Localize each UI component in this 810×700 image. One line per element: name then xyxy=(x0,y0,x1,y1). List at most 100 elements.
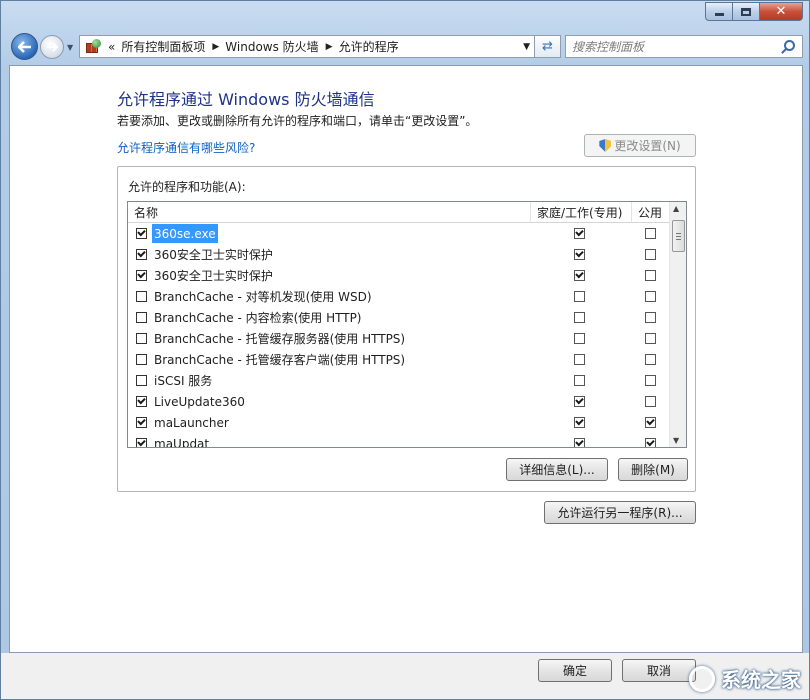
chevron-right-icon[interactable]: ▶ xyxy=(326,42,333,52)
scroll-up-icon[interactable]: ▲ xyxy=(673,204,679,213)
public-network-checkbox[interactable] xyxy=(645,270,656,281)
program-name: 360se.exe xyxy=(152,224,218,243)
program-enabled-checkbox[interactable] xyxy=(136,270,147,281)
program-enabled-checkbox[interactable] xyxy=(136,249,147,260)
program-enabled-checkbox[interactable] xyxy=(136,417,147,428)
table-row[interactable]: BranchCache - 对等机发现(使用 WSD) xyxy=(128,286,671,307)
program-name: maLauncher xyxy=(154,415,229,430)
public-network-checkbox[interactable] xyxy=(645,438,656,447)
search-input[interactable] xyxy=(566,36,766,57)
control-panel-window: ✕ ▼ « 所有控制面板项 ▶ Windows 防火墙 ▶ 允许的程序 ▼ ⇄ … xyxy=(0,0,810,700)
address-bar[interactable]: « 所有控制面板项 ▶ Windows 防火墙 ▶ 允许的程序 ▼ xyxy=(79,35,535,58)
program-name: BranchCache - 托管缓存客户端(使用 HTTPS) xyxy=(154,353,406,367)
program-name: BranchCache - 内容检索(使用 HTTP) xyxy=(154,311,362,325)
private-network-checkbox[interactable] xyxy=(574,270,585,281)
site-watermark: 系统之家 xyxy=(689,664,801,693)
maximize-icon xyxy=(741,7,751,16)
column-header-name[interactable]: 名称 xyxy=(128,202,530,223)
private-network-checkbox[interactable] xyxy=(574,249,585,260)
details-button[interactable]: 详细信息(L)... xyxy=(506,458,608,481)
public-network-checkbox[interactable] xyxy=(645,396,656,407)
watermark-text: 系统之家 xyxy=(721,668,801,692)
watermark-logo-icon xyxy=(689,665,715,692)
back-arrow-icon xyxy=(17,40,31,53)
table-row[interactable]: 360安全卫士实时保护 xyxy=(128,244,671,265)
table-row[interactable]: maLauncher xyxy=(128,412,671,433)
program-name: iSCSI 服务 xyxy=(154,374,213,388)
uac-shield-icon xyxy=(599,139,612,152)
program-enabled-checkbox[interactable] xyxy=(136,291,147,302)
private-network-checkbox[interactable] xyxy=(574,438,585,447)
forward-button[interactable] xyxy=(40,35,64,59)
chevron-right-icon[interactable]: ▶ xyxy=(212,42,219,52)
caption-buttons: ✕ xyxy=(705,2,803,21)
program-enabled-checkbox[interactable] xyxy=(136,333,147,344)
address-dropdown-icon[interactable]: ▼ xyxy=(523,42,530,52)
dialog-footer: 确定 取消 系统之家 xyxy=(1,653,809,699)
risk-help-link[interactable]: 允许程序通信有哪些风险? xyxy=(117,139,255,156)
group-label: 允许的程序和功能(A): xyxy=(128,180,246,194)
refresh-button[interactable]: ⇄ xyxy=(535,35,561,58)
navigation-bar: ▼ « 所有控制面板项 ▶ Windows 防火墙 ▶ 允许的程序 ▼ ⇄ xyxy=(9,33,803,60)
table-row[interactable]: iSCSI 服务 xyxy=(128,370,671,391)
program-enabled-checkbox[interactable] xyxy=(136,396,147,407)
program-name: BranchCache - 托管缓存服务器(使用 HTTPS) xyxy=(154,332,406,346)
private-network-checkbox[interactable] xyxy=(574,375,585,386)
breadcrumb-windows-firewall[interactable]: Windows 防火墙 xyxy=(225,38,318,55)
program-enabled-checkbox[interactable] xyxy=(136,228,147,239)
program-name: LiveUpdate360 xyxy=(154,394,245,409)
public-network-checkbox[interactable] xyxy=(645,228,656,239)
public-network-checkbox[interactable] xyxy=(645,291,656,302)
minimize-button[interactable] xyxy=(705,2,732,21)
program-enabled-checkbox[interactable] xyxy=(136,438,147,447)
program-enabled-checkbox[interactable] xyxy=(136,354,147,365)
private-network-checkbox[interactable] xyxy=(574,396,585,407)
private-network-checkbox[interactable] xyxy=(574,417,585,428)
breadcrumb-allowed-programs[interactable]: 允许的程序 xyxy=(339,38,399,55)
close-icon: ✕ xyxy=(775,4,787,19)
scroll-down-icon[interactable]: ▼ xyxy=(673,436,679,445)
table-row[interactable]: LiveUpdate360 xyxy=(128,391,671,412)
program-name: maUpdat xyxy=(154,436,210,448)
table-row[interactable]: BranchCache - 托管缓存客户端(使用 HTTPS) xyxy=(128,349,671,370)
column-header-public[interactable]: 公用 xyxy=(632,202,672,223)
ok-button[interactable]: 确定 xyxy=(538,659,612,682)
close-button[interactable]: ✕ xyxy=(759,2,803,21)
refresh-icon: ⇄ xyxy=(542,39,553,54)
cancel-button[interactable]: 取消 xyxy=(622,659,696,682)
private-network-checkbox[interactable] xyxy=(574,228,585,239)
public-network-checkbox[interactable] xyxy=(645,417,656,428)
program-enabled-checkbox[interactable] xyxy=(136,312,147,323)
breadcrumb-all-control-panel-items[interactable]: 所有控制面板项 xyxy=(121,38,205,55)
private-network-checkbox[interactable] xyxy=(574,312,585,323)
table-row[interactable]: BranchCache - 内容检索(使用 HTTP) xyxy=(128,307,671,328)
public-network-checkbox[interactable] xyxy=(645,312,656,323)
change-settings-label: 更改设置(N) xyxy=(614,139,681,153)
scroll-thumb[interactable] xyxy=(672,220,685,252)
private-network-checkbox[interactable] xyxy=(574,354,585,365)
list-header: 名称 家庭/工作(专用) 公用 xyxy=(128,202,671,223)
search-box[interactable] xyxy=(565,35,803,58)
public-network-checkbox[interactable] xyxy=(645,249,656,260)
allow-another-program-button[interactable]: 允许运行另一程序(R)... xyxy=(544,501,696,524)
column-header-private[interactable]: 家庭/工作(专用) xyxy=(531,202,631,223)
breadcrumb-overflow[interactable]: « xyxy=(108,40,115,54)
vertical-scrollbar[interactable]: ▲ ▼ xyxy=(669,202,686,447)
public-network-checkbox[interactable] xyxy=(645,354,656,365)
change-settings-button[interactable]: 更改设置(N) xyxy=(584,134,696,157)
table-row[interactable]: 360安全卫士实时保护 xyxy=(128,265,671,286)
private-network-checkbox[interactable] xyxy=(574,333,585,344)
recent-pages-dropdown[interactable]: ▼ xyxy=(67,43,73,52)
remove-button[interactable]: 删除(M) xyxy=(618,458,688,481)
program-enabled-checkbox[interactable] xyxy=(136,375,147,386)
table-row[interactable]: 360se.exe xyxy=(128,223,671,244)
table-row[interactable]: maUpdat xyxy=(128,433,671,448)
programs-list[interactable]: 名称 家庭/工作(专用) 公用 360se.exe 360安全卫士实时保护 360安… xyxy=(127,201,687,448)
maximize-button[interactable] xyxy=(732,2,759,21)
search-icon[interactable] xyxy=(784,40,795,51)
private-network-checkbox[interactable] xyxy=(574,291,585,302)
public-network-checkbox[interactable] xyxy=(645,333,656,344)
table-row[interactable]: BranchCache - 托管缓存服务器(使用 HTTPS) xyxy=(128,328,671,349)
back-button[interactable] xyxy=(11,33,38,60)
public-network-checkbox[interactable] xyxy=(645,375,656,386)
